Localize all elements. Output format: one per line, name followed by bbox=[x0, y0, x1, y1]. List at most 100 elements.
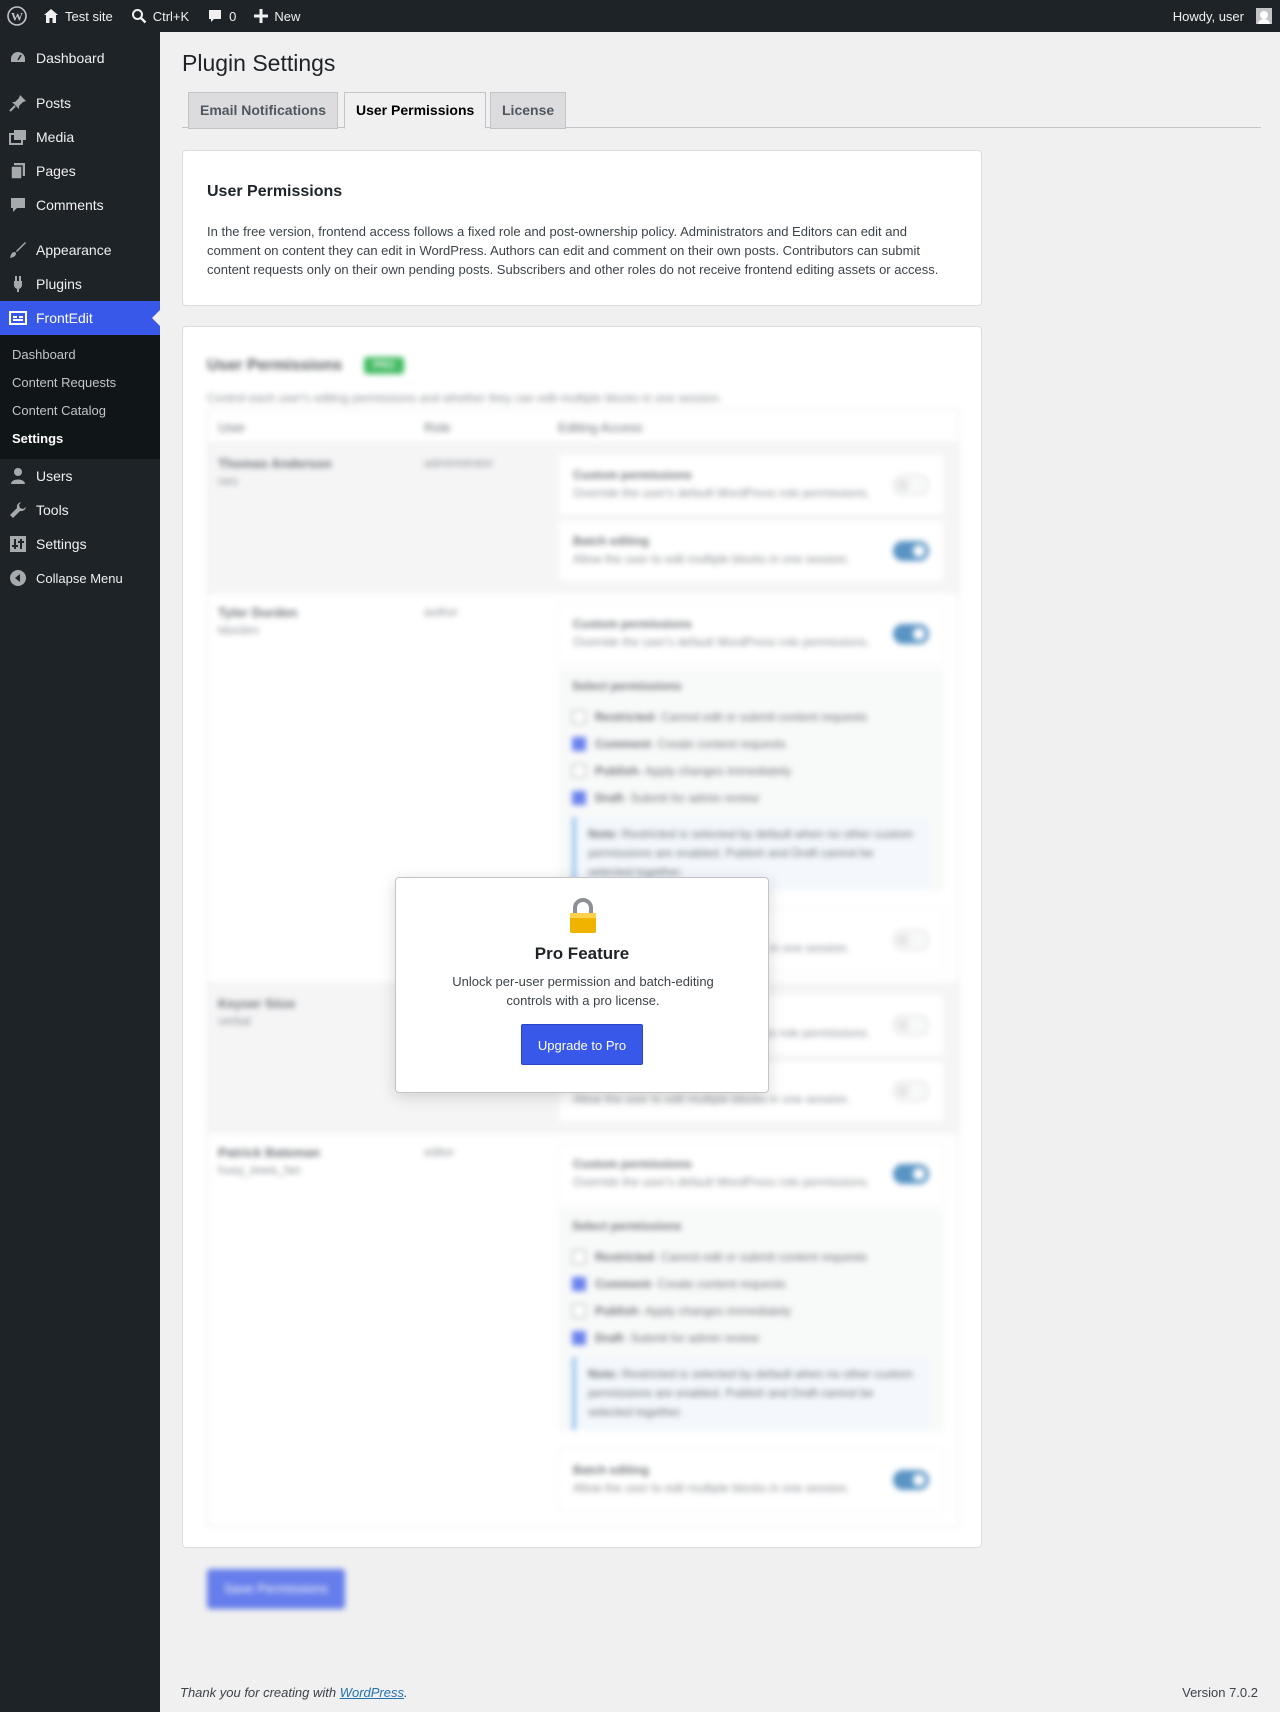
permission-desc: - Create content requests bbox=[650, 1276, 786, 1291]
menu-dashboard[interactable]: Dashboard bbox=[0, 41, 160, 75]
menu-tools[interactable]: Tools bbox=[0, 493, 160, 527]
batch-editing-toggle[interactable] bbox=[893, 930, 929, 950]
upgrade-to-pro-button[interactable]: Upgrade to Pro bbox=[521, 1024, 643, 1065]
new-content-link[interactable]: New bbox=[245, 0, 309, 32]
permissions-select: Select permissions Restricted - Cannot e… bbox=[558, 669, 944, 891]
permission-option[interactable]: Publish - Apply changes immediately bbox=[572, 757, 930, 784]
permission-option[interactable]: Restricted - Cannot edit or submit conte… bbox=[572, 703, 930, 730]
permission-option[interactable]: Draft - Submit for admin review bbox=[572, 1324, 930, 1351]
menu-pages[interactable]: Pages bbox=[0, 154, 160, 188]
permission-desc: - Create content requests bbox=[650, 736, 786, 751]
permission-option[interactable]: Restricted - Cannot edit or submit conte… bbox=[572, 1243, 930, 1270]
menu-media[interactable]: Media bbox=[0, 120, 160, 154]
menu-label: Pages bbox=[36, 163, 76, 179]
tab-user-permissions[interactable]: User Permissions bbox=[344, 92, 487, 129]
frontedit-submenu: Dashboard Content Requests Content Catal… bbox=[0, 335, 160, 459]
menu-appearance[interactable]: Appearance bbox=[0, 233, 160, 267]
comments-link[interactable]: 0 bbox=[198, 0, 245, 32]
checkbox[interactable] bbox=[572, 790, 586, 805]
submenu-content-catalog[interactable]: Content Catalog bbox=[0, 397, 160, 425]
permission-option[interactable]: Comment - Create content requests bbox=[572, 730, 930, 757]
batch-editing-toggle[interactable] bbox=[893, 1470, 929, 1490]
menu-settings[interactable]: Settings bbox=[0, 527, 160, 561]
brush-icon bbox=[8, 240, 28, 260]
page-title: Plugin Settings bbox=[182, 50, 336, 76]
batch-editing-toggle[interactable] bbox=[893, 1081, 929, 1101]
custom-permissions-toggle[interactable] bbox=[893, 1015, 929, 1035]
save-permissions-button[interactable]: Save Permissions bbox=[207, 1569, 345, 1609]
menu-label: FrontEdit bbox=[36, 310, 93, 326]
account-menu[interactable]: Howdy, user bbox=[1164, 0, 1280, 32]
note-text: Restricted is selected by default when n… bbox=[588, 1367, 913, 1419]
wordpress-link[interactable]: WordPress bbox=[340, 1685, 404, 1700]
permission-name: Restricted bbox=[595, 1249, 654, 1264]
pin-icon bbox=[8, 93, 28, 113]
menu-comments[interactable]: Comments bbox=[0, 188, 160, 222]
menu-label: Settings bbox=[36, 536, 87, 552]
permission-option[interactable]: Publish - Apply changes immediately bbox=[572, 1297, 930, 1324]
checkbox[interactable] bbox=[572, 1276, 586, 1291]
option-label: Batch editing bbox=[573, 1463, 650, 1477]
permission-name: Restricted bbox=[595, 709, 654, 724]
permission-name: Publish bbox=[595, 763, 639, 778]
menu-label: Users bbox=[36, 468, 73, 484]
submenu-content-requests[interactable]: Content Requests bbox=[0, 369, 160, 397]
menu-posts[interactable]: Posts bbox=[0, 86, 160, 120]
greeting: Howdy, user bbox=[1172, 8, 1244, 24]
column-header: Role bbox=[424, 420, 451, 435]
submenu-dashboard[interactable]: Dashboard bbox=[0, 341, 160, 369]
menu-label: Plugins bbox=[36, 276, 82, 292]
menu-frontedit[interactable]: FrontEdit bbox=[0, 301, 160, 335]
info-card-title: User Permissions bbox=[207, 183, 343, 200]
checkbox[interactable] bbox=[572, 1249, 586, 1264]
table-header: User Role Editing Access bbox=[208, 410, 958, 444]
option-desc: Allow the user to edit multiple blocks i… bbox=[573, 1092, 850, 1106]
option-label: Custom permissions bbox=[573, 617, 692, 631]
checkbox[interactable] bbox=[572, 709, 586, 724]
footer-suffix: . bbox=[404, 1685, 408, 1700]
submenu-settings[interactable]: Settings bbox=[0, 425, 160, 453]
permission-desc: - Submit for admin review bbox=[623, 1330, 760, 1345]
comment-icon bbox=[8, 195, 28, 215]
collapse-menu-button[interactable]: Collapse Menu bbox=[0, 561, 160, 595]
tab-email-notifications[interactable]: Email Notifications bbox=[188, 92, 339, 129]
custom-permissions-toggle[interactable] bbox=[893, 624, 929, 644]
site-name-link[interactable]: Test site bbox=[34, 0, 122, 32]
checkbox[interactable] bbox=[572, 1303, 586, 1318]
custom-permissions-toggle[interactable] bbox=[893, 1164, 929, 1184]
user-login: verbal bbox=[218, 1014, 251, 1028]
checkbox[interactable] bbox=[572, 736, 586, 751]
user-login: huey_lewis_fan bbox=[218, 1163, 301, 1177]
batch-editing-toggle[interactable] bbox=[893, 541, 929, 561]
option-desc: Allow the user to edit multiple blocks i… bbox=[573, 1481, 850, 1495]
menu-label: Collapse Menu bbox=[36, 570, 123, 586]
menu-users[interactable]: Users bbox=[0, 459, 160, 493]
settings-icon bbox=[8, 534, 28, 554]
permission-option[interactable]: Draft - Submit for admin review bbox=[572, 784, 930, 811]
table-row: Patrick Bateman huey_lewis_fan editor Cu… bbox=[208, 1133, 958, 1526]
menu-plugins[interactable]: Plugins bbox=[0, 267, 160, 301]
option-desc: Override the user's default WordPress ro… bbox=[573, 486, 870, 500]
checkbox[interactable] bbox=[572, 763, 586, 778]
new-label: New bbox=[274, 8, 301, 24]
menu-label: Tools bbox=[36, 502, 69, 518]
wordpress-logo-icon[interactable]: W bbox=[0, 0, 34, 32]
option-label: Batch editing bbox=[573, 534, 650, 548]
info-card-text: In the free version, frontend access fol… bbox=[207, 224, 939, 277]
search-shortcut[interactable]: Ctrl+K bbox=[122, 0, 198, 32]
search-shortcut-label: Ctrl+K bbox=[152, 8, 190, 24]
tab-license[interactable]: License bbox=[490, 92, 567, 129]
checkbox[interactable] bbox=[572, 1330, 586, 1345]
pro-badge: PRO bbox=[364, 357, 404, 374]
permission-desc: - Apply changes immediately bbox=[638, 763, 792, 778]
user-name: Keyser Söze bbox=[218, 996, 296, 1011]
permission-option[interactable]: Comment - Create content requests bbox=[572, 1270, 930, 1297]
search-icon bbox=[131, 9, 147, 24]
custom-permissions-option: Custom permissions Override the user's d… bbox=[558, 454, 944, 516]
custom-permissions-toggle[interactable] bbox=[893, 475, 929, 495]
permission-name: Publish bbox=[595, 1303, 639, 1318]
menu-label: Media bbox=[36, 129, 75, 145]
permissions-title: User Permissions bbox=[207, 357, 343, 374]
permissions-note: Note: Restricted is selected by default … bbox=[572, 1357, 930, 1430]
permission-name: Comment bbox=[595, 736, 651, 751]
